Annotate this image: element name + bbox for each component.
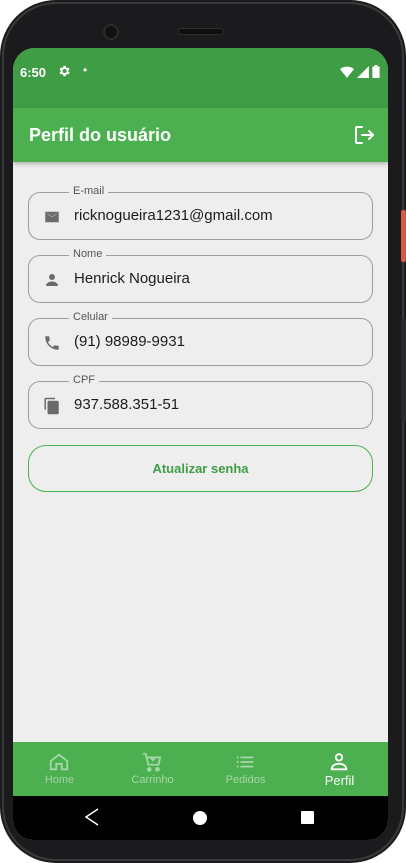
home-icon <box>48 751 70 773</box>
cart-icon <box>141 751 163 773</box>
phone-icon <box>43 334 61 352</box>
back-icon[interactable] <box>83 807 103 827</box>
status-icons <box>340 65 380 78</box>
nav-orders[interactable]: Pedidos <box>199 742 292 796</box>
cpf-field[interactable]: CPF 937.588.351-51 <box>28 374 373 429</box>
document-copy-icon <box>43 397 61 415</box>
nav-profile[interactable]: Perfil <box>293 742 386 796</box>
person-icon <box>43 271 61 289</box>
signal-icon <box>357 65 369 78</box>
system-navigation-bar <box>13 796 388 840</box>
phone-field[interactable]: Celular (91) 98989-9931 <box>28 311 373 366</box>
nav-orders-label: Pedidos <box>225 774 266 786</box>
page-title: Perfil do usuário <box>29 125 172 145</box>
home-circle-icon[interactable] <box>193 811 207 825</box>
screen: 6:50 • Perfil do usuário E-mail ricknogu… <box>13 48 388 840</box>
front-camera <box>103 24 119 40</box>
person-outline-icon <box>328 751 350 773</box>
profile-form: E-mail ricknogueira1231@gmail.com Nome H… <box>13 162 388 742</box>
name-label: Nome <box>69 248 107 260</box>
phone-value: (91) 98989-9931 <box>74 333 185 350</box>
nav-cart-label: Carrinho <box>131 774 174 786</box>
logout-icon[interactable] <box>352 123 376 147</box>
gear-icon <box>57 64 71 81</box>
cpf-value: 937.588.351-51 <box>74 396 180 413</box>
notification-dot: • <box>83 63 88 77</box>
mail-icon <box>43 208 61 226</box>
update-password-button[interactable]: Atualizar senha <box>28 445 373 492</box>
battery-icon <box>372 65 380 78</box>
name-value: Henrick Nogueira <box>74 270 190 287</box>
nav-cart[interactable]: Carrinho <box>106 742 199 796</box>
status-time: 6:50 <box>20 65 47 80</box>
cpf-label: CPF <box>69 374 99 386</box>
email-label: E-mail <box>69 185 109 197</box>
recent-apps-icon[interactable] <box>301 811 314 824</box>
phone-label: Celular <box>69 311 112 323</box>
list-icon <box>234 751 256 773</box>
volume-button <box>401 318 406 422</box>
phone-frame: 6:50 • Perfil do usuário E-mail ricknogu… <box>0 0 406 863</box>
app-bar: Perfil do usuário <box>13 108 388 162</box>
wifi-icon <box>340 66 354 78</box>
email-field[interactable]: E-mail ricknogueira1231@gmail.com <box>28 185 373 240</box>
status-bar: 6:50 • <box>13 48 388 108</box>
power-button <box>401 210 406 262</box>
email-value: ricknogueira1231@gmail.com <box>74 207 273 224</box>
earpiece-speaker <box>178 28 224 35</box>
nav-home-label: Home <box>44 774 75 786</box>
name-field[interactable]: Nome Henrick Nogueira <box>28 248 373 303</box>
nav-home[interactable]: Home <box>13 742 106 796</box>
nav-profile-label: Perfil <box>324 773 355 788</box>
bottom-navigation: Home Carrinho Pedidos Perfil <box>13 742 388 796</box>
